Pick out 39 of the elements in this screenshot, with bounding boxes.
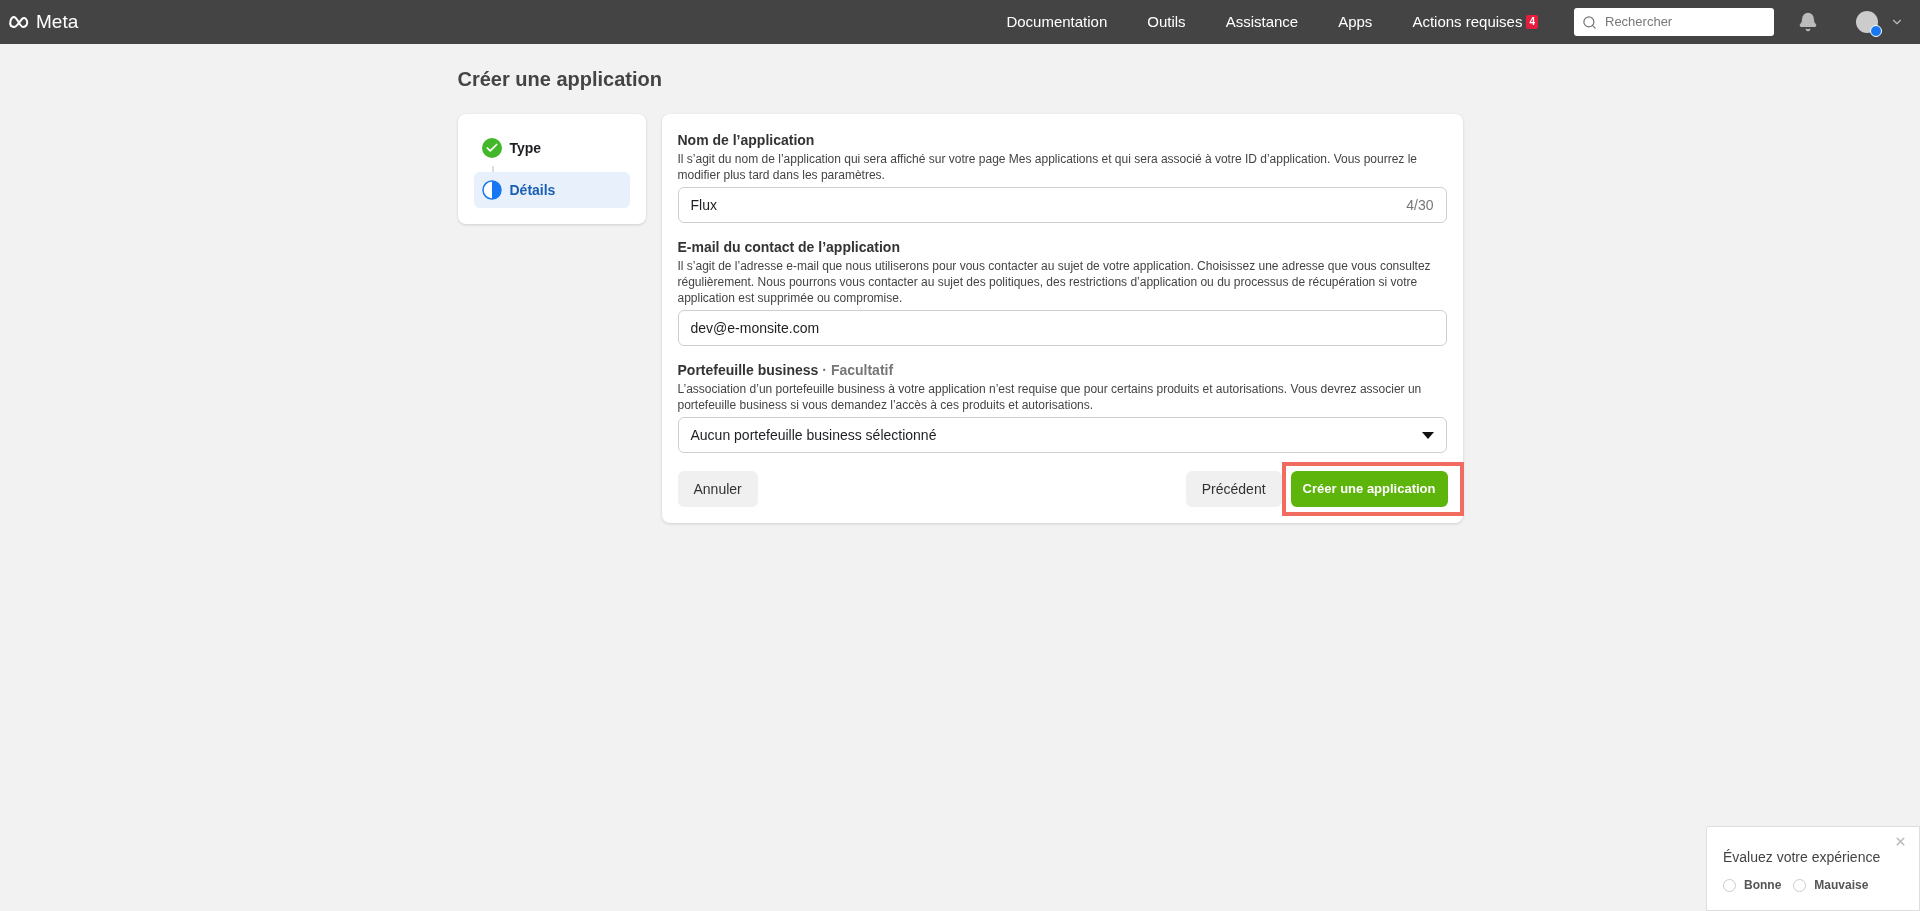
count-badge: 4: [1526, 15, 1538, 29]
help-text: L’association d’un portefeuille business à votre application n’est requise que pour certains produits et autorisations. Vous devrez associer un portefeuille business si vous demandez l’accès à ces produits et autorisations.: [677, 381, 1423, 413]
previous-button[interactable]: Précédent: [1185, 471, 1282, 507]
check-icon: [481, 138, 502, 158]
rating-option-label[interactable]: Bonne: [1744, 876, 1782, 894]
field-label: E-mail du contact de l’application: [677, 238, 900, 257]
select-field[interactable]: Aucun portefeuille business sélectionné: [677, 417, 1447, 453]
search-placeholder: Rechercher: [1605, 13, 1673, 32]
field-label: Nom de l’application: [677, 131, 815, 150]
rating-option-label[interactable]: Mauvaise: [1814, 876, 1869, 894]
select-value: Aucun portefeuille business sélectionné: [690, 425, 938, 445]
bell-icon[interactable]: [1798, 12, 1818, 32]
nav-link[interactable]: Actions requises 4: [1412, 10, 1538, 34]
input-field[interactable]: dev@e-monsite.com: [677, 310, 1447, 346]
input-field[interactable]: Flux 4/30: [677, 187, 1447, 223]
cancel-button[interactable]: Annuler: [677, 471, 758, 507]
nav-link[interactable]: Assistance: [1225, 10, 1299, 34]
nav-link[interactable]: Outils: [1147, 10, 1186, 34]
field-value: dev@e-monsite.com: [690, 318, 821, 338]
page-title: Créer une application: [457, 67, 663, 92]
step-item[interactable]: Détails: [473, 172, 630, 208]
facebook-icon: [1870, 25, 1882, 37]
half-circle-icon: [481, 180, 502, 200]
step-label: Détails: [509, 180, 556, 200]
caret-icon: [1421, 431, 1434, 439]
help-text: Il s’agit de l’adresse e-mail que nous utiliserons pour vous contacter au sujet de votre application. Choisissez une adresse que vous consultez régulièrement. Nous pourrons vous contacter au sujet des politiques, des restrictions d’application ou du processus de récupération si votre application est supprimée ou compromise.: [677, 258, 1432, 306]
step-item[interactable]: Type: [473, 130, 630, 166]
char-counter: 4/30: [1406, 195, 1434, 215]
help-text: Il s’agit du nom de l’application qui sera affiché sur votre page Mes applications et qui sera associé à votre ID d’application. Vous pourrez le modifier plus tard dans les paramètres.: [677, 151, 1419, 183]
field-value: Flux: [690, 195, 718, 215]
field-label: Portefeuille business: [677, 361, 819, 380]
search-field[interactable]: Rechercher: [1574, 8, 1774, 36]
step-label: Type: [509, 138, 542, 158]
search-icon: [1582, 14, 1597, 30]
nav-link[interactable]: Apps: [1338, 10, 1373, 34]
feedback-title: Évaluez votre expérience: [1723, 848, 1882, 867]
optional-label: · Facultatif: [822, 361, 894, 380]
nav-link[interactable]: Documentation: [1006, 10, 1108, 34]
brand-name: Meta: [36, 9, 79, 34]
